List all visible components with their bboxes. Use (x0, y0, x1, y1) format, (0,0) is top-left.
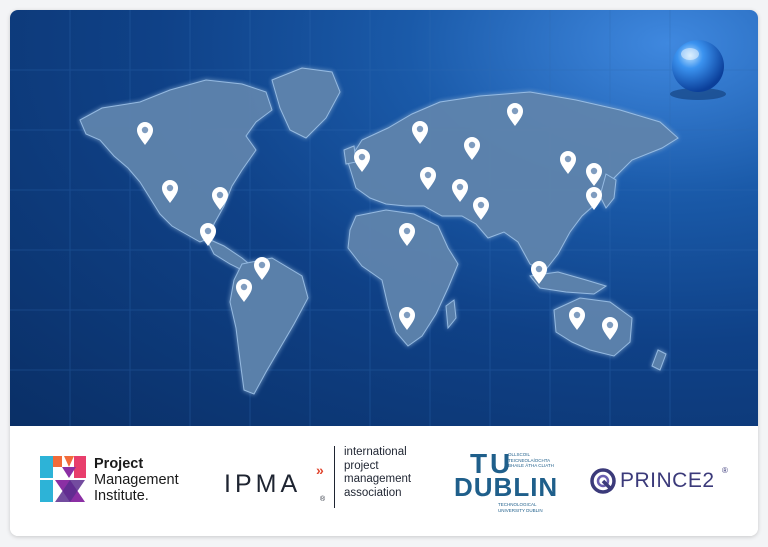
pmi-line-1: Project (94, 456, 144, 472)
ipma-line: project (344, 459, 379, 472)
prince2-mark-icon (590, 468, 616, 494)
ipma-chevron-icon: » (316, 462, 324, 478)
tu-dublin-logo[interactable]: T U OLLSCOIL TEICNEOLAÍOCHTA BHAILE ÁTHA… (454, 448, 557, 516)
tu-dublin-english-name: TECHNOLOGICAL UNIVERSITY DUBLIN (498, 502, 543, 513)
tu-dublin-irish-line: OLLSCOIL TEICNEOLAÍOCHTA (508, 452, 551, 463)
ipma-line: association (344, 486, 402, 499)
prince2-registered-mark: ® (722, 466, 728, 475)
pmi-line-2: Management (94, 472, 179, 488)
continent-uk (343, 145, 357, 165)
continent-new-zealand (651, 349, 667, 371)
continent-south-america (229, 257, 309, 395)
ipma-line: management (344, 473, 412, 485)
ipma-registered-mark: ® (320, 496, 326, 503)
continent-australia (553, 297, 633, 357)
pmi-line-3: Institute. (94, 488, 149, 504)
continent-madagascar (445, 299, 457, 330)
continent-greenland (271, 67, 341, 139)
tu-dublin-wordmark: DUBLIN (454, 472, 559, 502)
tu-dublin-irish-line: BHAILE ÁTHA CLIATH (508, 463, 554, 468)
prince2-wordmark: PRINCE2 (620, 469, 715, 492)
ipma-logo[interactable]: IPMA » ® international project managemen… (224, 446, 424, 518)
partner-logos: Project Management Institute. IPMA » ® i… (10, 426, 758, 536)
world-map (10, 10, 758, 426)
ipma-divider (334, 446, 335, 508)
hero-card: Project Management Institute. IPMA » ® i… (10, 10, 758, 536)
tu-dublin-irish-name: OLLSCOIL TEICNEOLAÍOCHTA BHAILE ÁTHA CLI… (508, 452, 562, 469)
pmi-wordmark: Project Management Institute. (94, 456, 224, 504)
world-map-panel (10, 10, 758, 426)
pmi-mark-icon (40, 456, 86, 502)
ipma-wordmark: IPMA (224, 470, 302, 498)
continent-north-america (79, 79, 273, 243)
tu-dublin-english-line: TECHNOLOGICAL (498, 502, 537, 507)
globe-sphere-icon (670, 40, 726, 100)
tu-dublin-english-line: UNIVERSITY DUBLIN (498, 507, 543, 513)
ipma-line: international (344, 446, 407, 458)
ipma-descriptor: international project management associa… (344, 446, 411, 500)
